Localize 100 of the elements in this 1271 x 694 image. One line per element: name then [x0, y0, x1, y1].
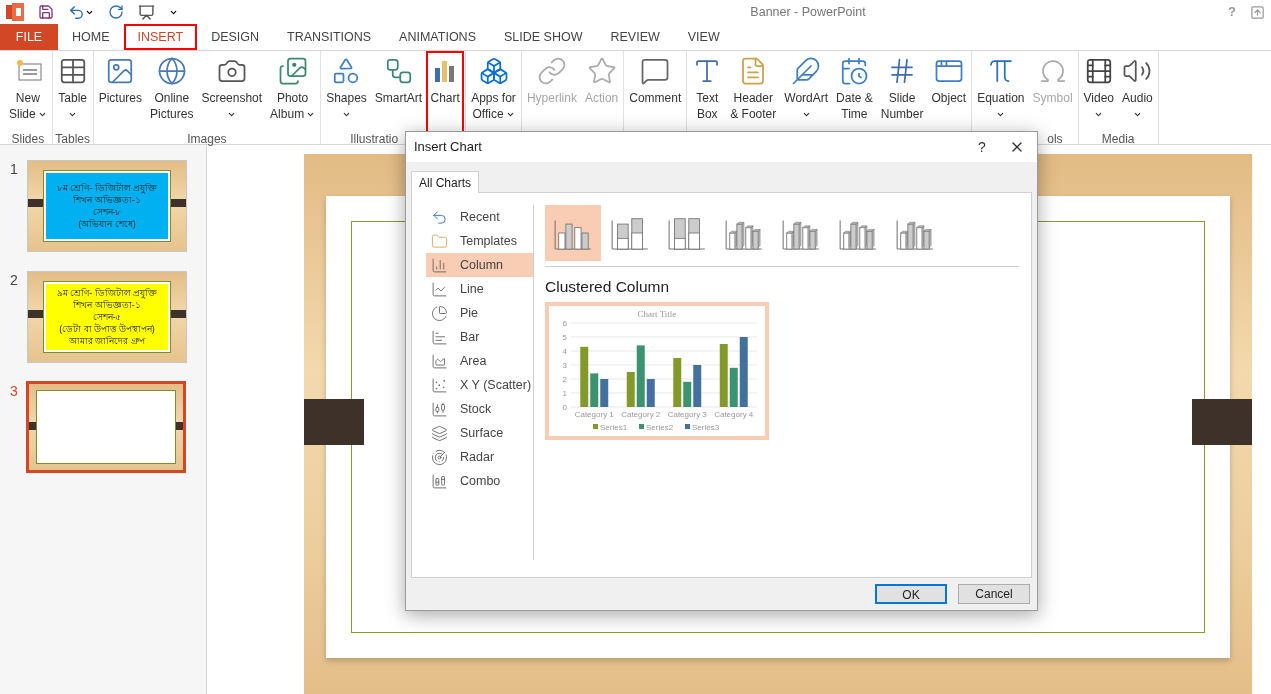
legend-entry: Series3 — [685, 423, 720, 433]
slideshow-icon[interactable] — [138, 3, 155, 21]
save-icon[interactable] — [38, 4, 54, 20]
chart-subtype[interactable] — [545, 205, 601, 261]
slide-number: 3 — [10, 382, 19, 401]
ribbon-button[interactable]: Comment — [625, 51, 686, 133]
help-button[interactable]: ? — [967, 136, 997, 158]
category-label: Category 2 — [621, 410, 661, 420]
line-chart-icon — [431, 280, 448, 298]
group-label: Images — [187, 133, 227, 146]
ribbon-button[interactable]: Table — [53, 51, 92, 133]
slide-text: আমার জানিদের গ্রুপ — [69, 335, 145, 347]
chart-type-item[interactable]: X Y (Scatter) — [426, 373, 534, 397]
chart-type-item[interactable]: Line — [426, 277, 534, 301]
ribbon-button[interactable]: Audio — [1118, 51, 1157, 133]
slide-number: 1 — [10, 160, 19, 179]
strap — [1192, 399, 1252, 445]
ribbon-button[interactable]: New Slide — [5, 51, 51, 133]
group-label: Media — [1101, 133, 1135, 146]
dialog-title: Insert Chart — [414, 138, 482, 157]
axis-tick: 4 — [562, 347, 567, 357]
ribbon-button[interactable]: WordArt — [780, 51, 833, 133]
group-label: Illustratio — [350, 133, 399, 146]
legend-entry: Series2 — [639, 423, 674, 433]
dialog-button[interactable]: OK — [875, 584, 947, 604]
slide-thumbnail[interactable] — [26, 381, 186, 473]
ribbon-button[interactable]: Shapes — [322, 51, 371, 133]
undo-icon[interactable] — [68, 3, 85, 21]
file-tab[interactable]: FILE — [0, 24, 58, 50]
chart-type-item[interactable]: Pie — [426, 301, 534, 325]
ribbon-button[interactable]: Pictures — [94, 51, 147, 133]
feather-icon — [791, 56, 822, 86]
axis-tick: 2 — [562, 375, 567, 385]
ribbon-button[interactable]: Header & Footer — [726, 51, 781, 133]
ribbon-tab[interactable]: REVIEW — [596, 24, 674, 50]
dialog-tab[interactable]: All Charts — [411, 171, 479, 193]
slide-text: শিখন অভিজ্ঞতা-১ — [73, 299, 141, 311]
ribbon-button[interactable]: Screenshot — [197, 51, 267, 133]
photos-icon — [277, 56, 308, 86]
chart-type-item[interactable]: Recent — [426, 205, 534, 229]
ribbon-button[interactable]: Text Box — [688, 51, 727, 133]
redo-icon[interactable] — [108, 4, 124, 20]
star-icon — [586, 56, 617, 86]
ribbon-button[interactable]: Online Pictures — [146, 51, 198, 133]
chart-type-item[interactable]: Surface — [426, 421, 534, 445]
ribbon-button[interactable]: Apps for Office — [467, 51, 520, 133]
chart-type-item[interactable]: Column — [426, 253, 534, 277]
combo-chart-icon — [431, 472, 448, 490]
chart-type-item[interactable]: Stock — [426, 397, 534, 421]
axis-tick: 3 — [562, 361, 567, 371]
slide-text: (অভিযান শেষে) — [78, 218, 136, 230]
slide-thumbnail[interactable]: ৮ম শ্রেণি- ডিজিটাল প্রযুক্তি শিখন অভিজ্ঞতা-১ সেশন-৮ (অভিযান শেষে) — [27, 160, 187, 252]
legend-label: Series1 — [600, 423, 628, 433]
ribbon-tab[interactable]: INSERT — [123, 24, 198, 50]
category-label: Category 4 — [714, 410, 754, 420]
chart-type-item[interactable]: Area — [426, 349, 534, 373]
undo-icon — [431, 208, 448, 226]
category-label: Category 1 — [574, 410, 614, 420]
link-icon — [536, 56, 567, 86]
pie-chart-icon — [431, 304, 448, 322]
slide-text: সেশন-৮ — [92, 206, 122, 218]
stock-chart-icon — [431, 400, 448, 418]
radar-chart-icon — [431, 448, 448, 466]
axis-tick: 0 — [562, 403, 567, 413]
ribbon-button[interactable]: Equation — [973, 51, 1029, 133]
ribbon-button[interactable]: Slide Number — [876, 51, 928, 133]
ribbon-tab[interactable]: SLIDE SHOW — [489, 24, 597, 50]
dialog-button[interactable]: Cancel — [958, 584, 1030, 604]
slide-thumbnail[interactable]: ৯ম শ্রেণি- ডিজিটাল প্রযুক্তি শিখন অভিজ্ঞতা-১ সেশন-৫ (ডেটা বা উপাত্ত উপস্থাপন) আমার জানিদের গ্রুপ — [27, 271, 187, 363]
comment-icon — [640, 56, 671, 86]
folder-icon — [431, 232, 448, 250]
chart-bar — [600, 379, 609, 408]
ribbon-tab[interactable]: ANIMATIONS — [385, 24, 490, 50]
strap — [304, 399, 364, 445]
ribbon-button[interactable]: Date & Time — [832, 51, 877, 133]
ribbon-tab[interactable]: HOME — [58, 24, 124, 50]
slide-text: সেশন-৫ — [92, 311, 122, 323]
axis-tick: 5 — [562, 333, 567, 343]
chart-type-item[interactable]: Bar — [426, 325, 534, 349]
chart-title: Chart Title — [637, 309, 677, 320]
calendar-clock-icon — [839, 56, 870, 86]
window-title: Banner - PowerPoint — [750, 3, 866, 21]
ribbon-display-icon[interactable] — [1250, 4, 1265, 20]
ribbon-tab[interactable]: DESIGN — [197, 24, 274, 50]
scatter-chart-icon — [431, 376, 448, 394]
ribbon-button[interactable]: SmartArt — [370, 51, 427, 133]
axis-tick: 1 — [562, 389, 567, 399]
ribbon-button[interactable]: Object — [927, 51, 971, 133]
group-label: ols — [1047, 133, 1063, 146]
area-chart-icon — [431, 352, 448, 370]
axis-tick: 6 — [562, 319, 567, 329]
ribbon-button[interactable]: Photo Album — [266, 51, 320, 133]
ribbon-button[interactable]: Video — [1079, 51, 1119, 133]
surface-chart-icon — [431, 424, 448, 442]
ribbon-tab[interactable]: VIEW — [673, 24, 734, 50]
ribbon-tab[interactable]: TRANSITIONS — [273, 24, 386, 50]
chart-type-item[interactable]: Radar — [426, 445, 534, 469]
app-logo-icon — [6, 3, 24, 21]
chart-type-item[interactable]: Templates — [426, 229, 534, 253]
chart-type-item[interactable]: Combo — [426, 469, 534, 493]
